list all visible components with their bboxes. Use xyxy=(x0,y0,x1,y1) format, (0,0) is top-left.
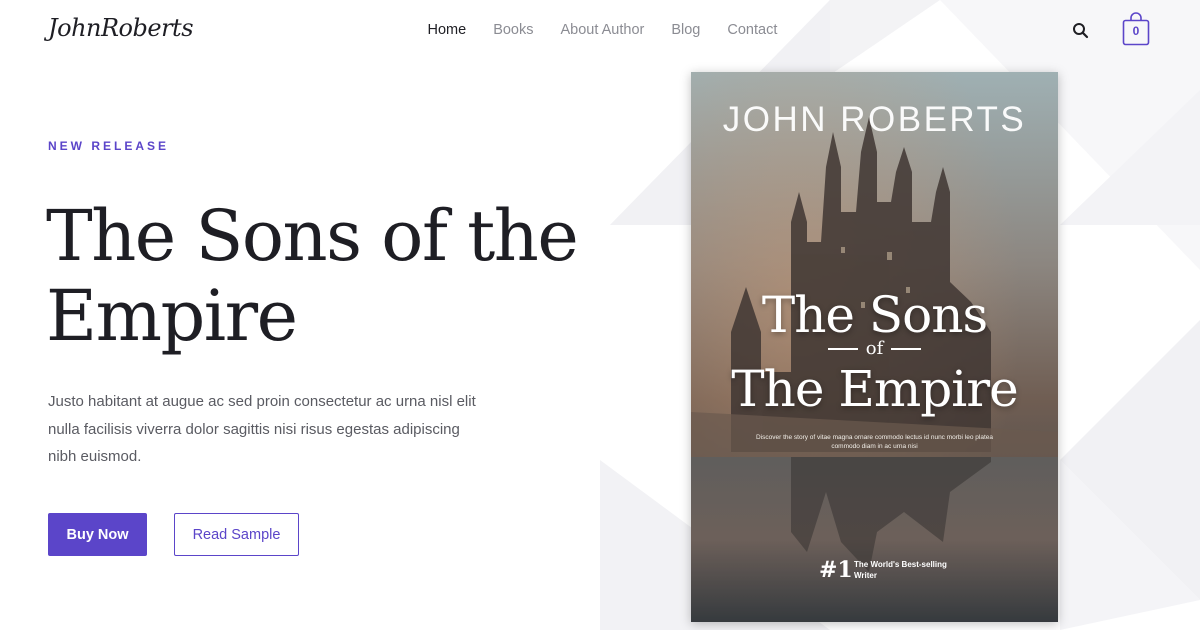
book-title-line1: The Sons xyxy=(761,286,988,344)
nav-blog[interactable]: Blog xyxy=(658,22,714,38)
book-title-line2: The Empire xyxy=(731,360,1018,418)
nav-home[interactable]: Home xyxy=(414,22,480,38)
hero-description: Justo habitant at augue ac sed proin con… xyxy=(48,393,476,465)
site-logo[interactable]: JohnRoberts xyxy=(48,14,194,42)
site-header: JohnRoberts Home Books About Author Blog… xyxy=(0,0,1200,64)
book-title-of: of xyxy=(691,338,1058,359)
read-sample-button[interactable]: Read Sample xyxy=(174,513,299,556)
hero-title: The Sons of the Empire xyxy=(46,195,579,357)
new-release-label: NEW RELEASE xyxy=(48,139,170,153)
nav-contact[interactable]: Contact xyxy=(714,22,791,38)
buy-now-button[interactable]: Buy Now xyxy=(48,513,147,556)
cart-count-badge: 0 xyxy=(1132,24,1140,38)
search-button[interactable] xyxy=(1070,20,1092,42)
book-author: JOHN ROBERTS xyxy=(722,100,1027,139)
book-rank: #1 xyxy=(819,557,853,583)
book-blurb: Discover the story of vitae magna ornare… xyxy=(755,434,993,450)
main-nav: Home Books About Author Blog Contact xyxy=(414,22,791,38)
nav-about-author[interactable]: About Author xyxy=(547,22,658,38)
book-cover[interactable]: JOHN ROBERTS The Sons of The Empire Disc… xyxy=(691,72,1058,622)
nav-books[interactable]: Books xyxy=(480,22,547,38)
book-rank-label: The World's Best-selling Writer xyxy=(854,560,947,580)
cart-button[interactable]: 0 xyxy=(1122,12,1150,46)
search-icon xyxy=(1073,23,1089,39)
